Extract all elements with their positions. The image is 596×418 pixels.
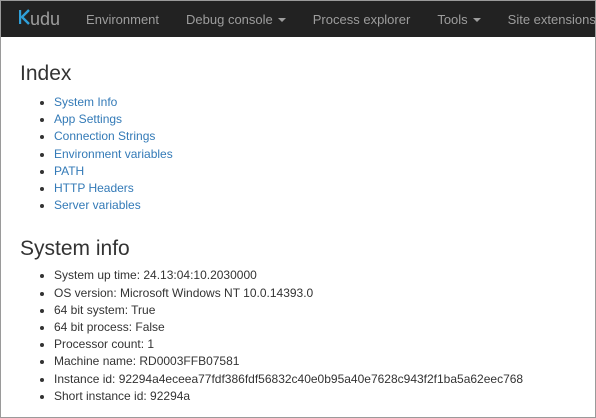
main-content: Index System Info App Settings Connectio… [1,62,595,405]
processor-count: Processor count: 1 [54,336,595,353]
nav-label: Tools [437,11,468,27]
browser-page: udu Environment Debug console Process ex… [0,0,596,418]
list-item: System Info [54,94,595,111]
link-server-variables[interactable]: Server variables [54,198,141,212]
list-item: HTTP Headers [54,180,595,197]
nav-label: Debug console [186,11,273,27]
list-item: PATH [54,163,595,180]
nav-site-extensions[interactable]: Site extensions [507,11,596,27]
nav-label: Process explorer [312,11,411,27]
64-bit-process: 64 bit process: False [54,319,595,336]
nav-process-explorer[interactable]: Process explorer [313,12,411,27]
nav-debug-console[interactable]: Debug console [186,12,286,27]
system-up-time: System up time: 24.13:04:10.2030000 [54,267,595,284]
link-http-headers[interactable]: HTTP Headers [54,181,134,195]
list-item: App Settings [54,111,595,128]
list-item: Environment variables [54,146,595,163]
nav-label: Site extensions [507,11,596,27]
system-info-heading: System info [20,237,130,261]
list-item: Server variables [54,197,595,214]
index-link-list: System Info App Settings Connection Stri… [20,94,595,214]
caret-down-icon [277,17,286,22]
64-bit-system: 64 bit system: True [54,302,595,319]
top-navbar: udu Environment Debug console Process ex… [1,1,595,37]
nav-label: Environment [86,11,160,27]
list-item: Connection Strings [54,128,595,145]
brand-text: udu [30,8,61,29]
link-connection-strings[interactable]: Connection Strings [54,129,155,143]
instance-id: Instance id: 92294a4eceea77fdf386fdf5683… [54,371,595,388]
link-path[interactable]: PATH [54,164,84,178]
os-version: OS version: Microsoft Windows NT 10.0.14… [54,285,595,302]
nav-tools[interactable]: Tools [437,11,481,27]
system-info-list: System up time: 24.13:04:10.2030000 OS v… [20,267,595,405]
index-heading: Index [20,62,72,85]
kudu-brand-link[interactable]: udu [18,8,61,30]
machine-name: Machine name: RD0003FFB07581 [54,353,595,370]
short-instance-id: Short instance id: 92294a [54,388,595,405]
nav-environment[interactable]: Environment [86,12,159,27]
kudu-logo-icon [18,8,30,30]
link-app-settings[interactable]: App Settings [54,112,122,126]
link-system-info[interactable]: System Info [54,95,117,109]
link-environment-variables[interactable]: Environment variables [54,147,173,161]
caret-down-icon [472,17,481,22]
